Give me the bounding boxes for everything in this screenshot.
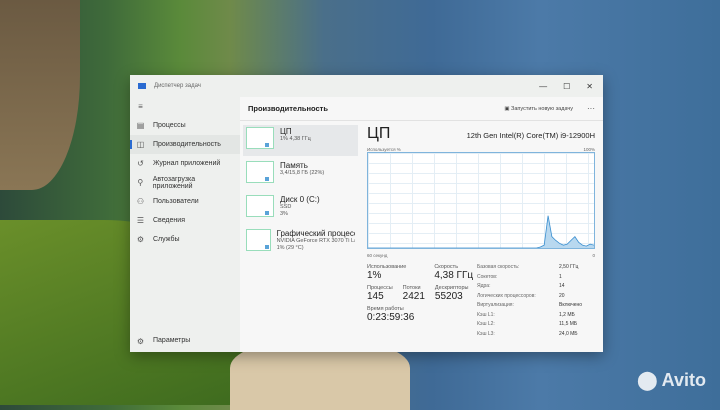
processes-value: 145 — [367, 291, 384, 302]
spec-key: Кэш L1: — [477, 311, 495, 318]
sidebar-item-label: Журнал приложений — [153, 160, 221, 167]
spec-value: 14 — [559, 283, 565, 289]
spec-key: Ядра: — [477, 283, 491, 289]
spec-row: Кэш L1: 1,2 МБ — [477, 312, 595, 322]
spec-value: 20 — [559, 292, 565, 299]
cpu-model: 12th Gen Intel(R) Core(TM) i9-12900H — [466, 131, 595, 140]
spec-value: 1,2 МБ — [559, 311, 575, 318]
sidebar-item-label: Процессы — [153, 122, 186, 129]
device-title: Память — [280, 161, 308, 170]
startup-icon: ⚲ — [137, 178, 144, 187]
speed-value: 4,38 ГГц — [434, 270, 474, 281]
spec-key: Кэш L3: — [477, 330, 495, 337]
performance-panel: Производительность ▣ Запустить новую зад… — [240, 97, 603, 352]
spec-row: Кэш L2: 11,5 МБ — [477, 321, 595, 331]
spec-key: Базовая скорость: — [477, 264, 520, 270]
device-thumbnail-graph — [246, 195, 274, 217]
history-icon: ↺ — [137, 159, 144, 168]
close-button[interactable]: ✕ — [586, 82, 593, 91]
device-sub1: 1% 4,38 ГГц — [280, 136, 311, 142]
sidebar-item-label: Службы — [153, 236, 180, 243]
more-options-button[interactable]: ··· — [587, 104, 595, 113]
settings-label: Параметры — [153, 337, 191, 344]
device-thumbnail-graph — [246, 127, 274, 149]
sidebar-item-performance[interactable]: ◫ Производительность — [130, 135, 240, 154]
spec-value: Включено — [559, 302, 583, 308]
spec-row: Логических процессоров: 20 — [477, 293, 595, 303]
maximize-button[interactable]: ☐ — [563, 82, 570, 91]
spec-key: Кэш L2: — [477, 321, 495, 327]
processes-icon: ▤ — [136, 121, 145, 130]
spec-key: Виртуализация: — [477, 302, 514, 308]
sidebar-item-label: Сведения — [153, 217, 185, 224]
device-item[interactable]: Диск 0 (C:) SSD 3% — [243, 193, 358, 224]
users-icon: ⚇ — [136, 197, 145, 206]
cpu-detail: ЦП 12th Gen Intel(R) Core(TM) i9-12900H И… — [367, 125, 595, 352]
device-thumbnail-graph — [246, 229, 271, 251]
device-sub1: SSD — [280, 204, 292, 210]
spec-row: Виртуализация: Включено — [477, 302, 595, 312]
device-title: Графический процессор — [276, 229, 355, 238]
run-new-task-button[interactable]: ▣ Запустить новую задачу — [504, 106, 573, 112]
device-thumbnail-graph — [246, 161, 274, 183]
sidebar-item-processes[interactable]: ▤ Процессы — [130, 116, 240, 135]
device-sub1: 3,4/15,8 ГБ (22%) — [280, 170, 325, 176]
device-item[interactable]: Графический процессорNVIDIA GeForce RTX … — [243, 227, 358, 258]
run-task-label: Запустить новую задачу — [511, 105, 573, 112]
background-cliff — [0, 0, 80, 190]
sidebar: ≡ ▤ Процессы ◫ Производительность ↺ Журнал пр… — [130, 97, 240, 352]
spec-row: Сокетов: 1 — [477, 274, 595, 284]
sidebar-item-label: Производительность — [153, 141, 221, 148]
sidebar-item-services[interactable]: ⚙ Службы — [130, 230, 240, 249]
spec-row: Кэш L3: 24,0 МБ — [477, 331, 595, 341]
title-bar[interactable]: Диспетчер задач — ☐ ✕ — [130, 75, 603, 97]
usage-value: 1% — [367, 270, 382, 281]
cpu-specs: Базовая скорость: 2,50 ГГц Сокетов: 1 Ядра: 1… — [477, 264, 595, 340]
page-title: Производительность — [248, 104, 328, 113]
task-manager-window: Диспетчер задач — ☐ ✕ ≡ ▤ Процессы ◫ Произв… — [130, 75, 603, 352]
minimize-button[interactable]: — — [539, 82, 547, 91]
device-title: Диск 0 (C:) — [280, 195, 320, 204]
services-icon: ⚙ — [136, 235, 145, 244]
gear-icon: ⚙ — [136, 337, 145, 346]
spec-row: Базовая скорость: 2,50 ГГц — [477, 264, 595, 274]
cpu-usage-line — [368, 215, 594, 248]
device-item[interactable]: Память 3,4/15,8 ГБ (22%) — [243, 159, 358, 190]
device-list: ЦП 1% 4,38 ГГц Память 3,4/15,8 ГБ (22%) Диск… — [243, 125, 358, 261]
app-icon — [138, 83, 146, 89]
sidebar-item-startup[interactable]: ⚲ Автозагрузка приложений — [130, 173, 240, 192]
hamburger-menu-button[interactable]: ≡ — [130, 97, 240, 116]
cpu-usage-graph — [367, 152, 595, 249]
threads-value: 2421 — [402, 291, 425, 302]
settings-button[interactable]: ⚙ Параметры — [136, 337, 190, 346]
sidebar-item-history[interactable]: ↺ Журнал приложений — [130, 154, 240, 173]
cpu-usage-area — [368, 215, 594, 248]
spec-key: Логических процессоров: — [477, 292, 536, 299]
avito-watermark: ⬤ Avito — [637, 370, 706, 390]
device-title: ЦП — [280, 127, 292, 136]
sidebar-item-label: Пользователи — [153, 198, 199, 205]
hamburger-icon: ≡ — [138, 102, 143, 111]
spec-value: 11,5 МБ — [559, 321, 578, 327]
sidebar-item-users[interactable]: ⚇ Пользователи — [130, 192, 240, 211]
window-title: Диспетчер задач — [154, 83, 201, 89]
sidebar-item-details[interactable]: ☰ Сведения — [130, 211, 240, 230]
min-axis-label: 0 — [592, 253, 595, 258]
spec-row: Ядра: 14 — [477, 283, 595, 293]
device-sub1: NVIDIA GeForce RTX 3070 Ti La — [276, 238, 355, 244]
cpu-title: ЦП — [367, 125, 391, 142]
performance-icon: ◫ — [136, 140, 145, 149]
uptime-value: 0:23:59:36 — [367, 312, 415, 323]
spec-key: Сокетов: — [477, 273, 498, 280]
sidebar-item-label: Автозагрузка приложений — [152, 175, 196, 190]
spec-value: 1 — [559, 273, 562, 280]
device-sub2: 3% — [280, 211, 288, 217]
spec-value: 2,50 ГГц — [559, 264, 579, 270]
device-sub2: 1% (29 °C) — [276, 245, 304, 251]
handles-value: 55203 — [434, 291, 463, 302]
device-item[interactable]: ЦП 1% 4,38 ГГц — [243, 125, 358, 156]
details-icon: ☰ — [136, 216, 145, 225]
spec-value: 24,0 МБ — [559, 330, 578, 337]
time-axis-label: 60 секунд — [367, 253, 388, 258]
